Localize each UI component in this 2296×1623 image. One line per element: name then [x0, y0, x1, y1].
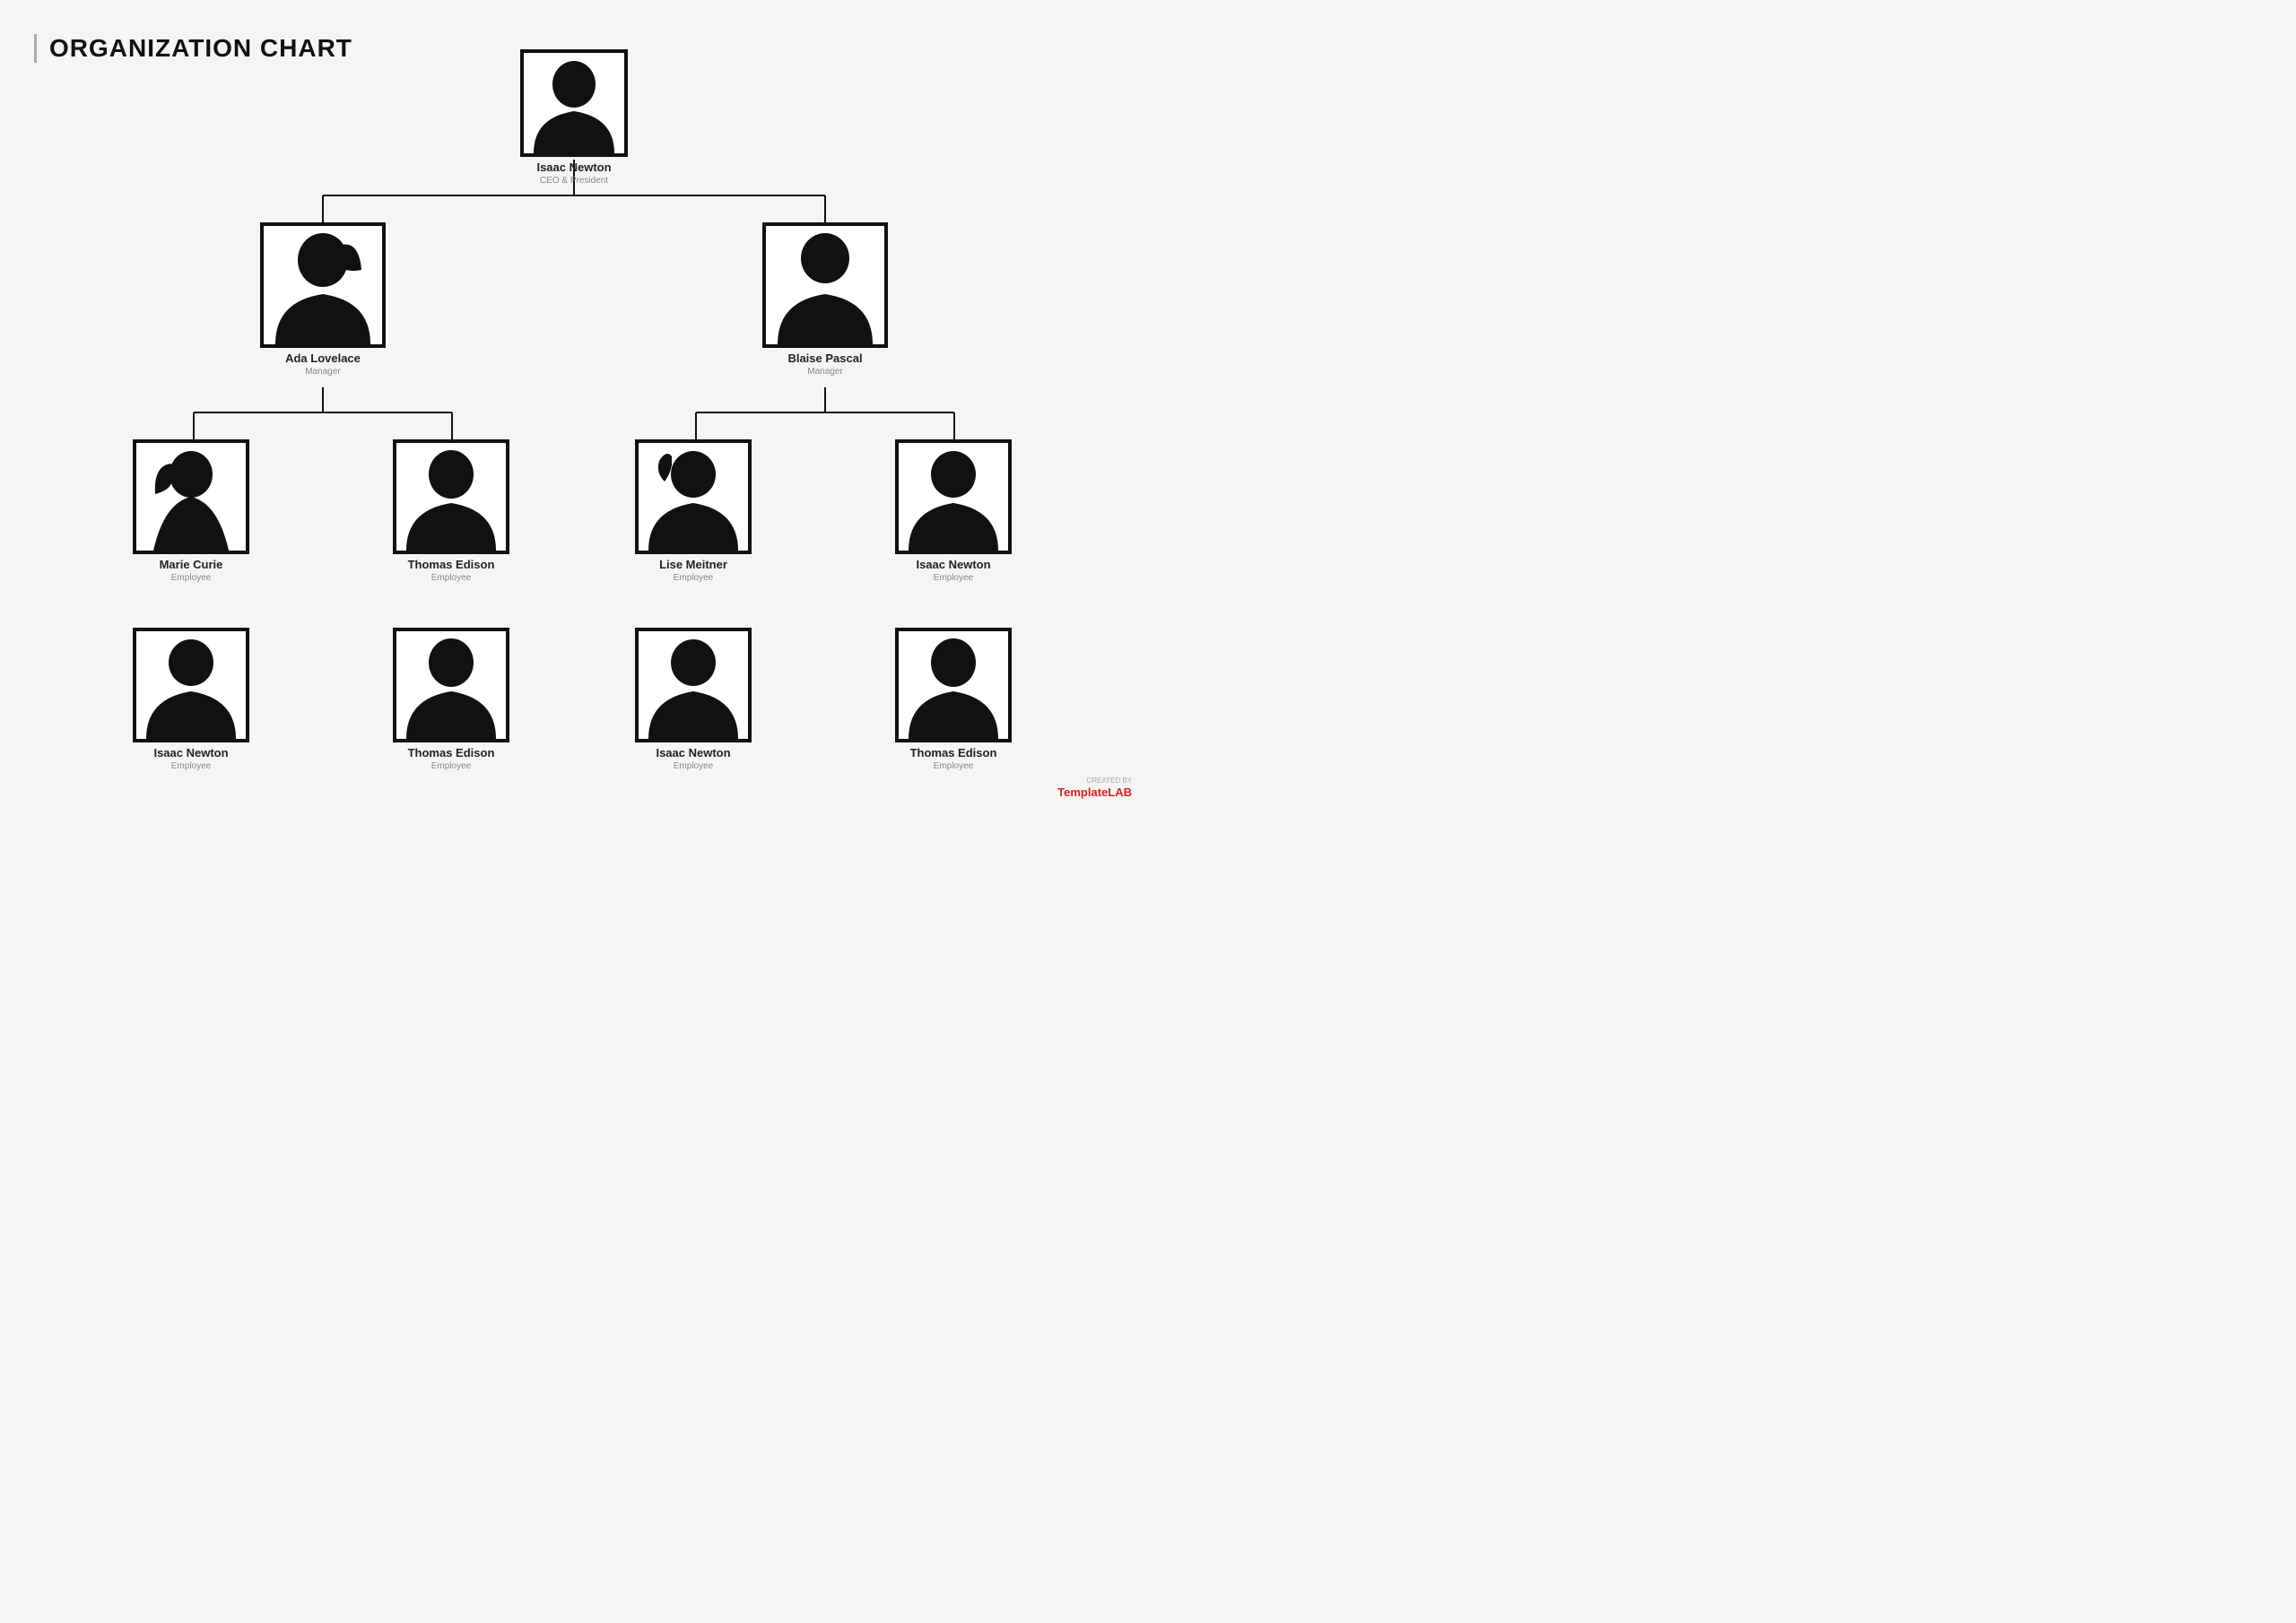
title-isaac3: Employee: [674, 761, 713, 771]
title-blaise: Manager: [807, 367, 842, 377]
title-isaac1: Employee: [934, 573, 973, 583]
name-thomas2: Thomas Edison: [408, 746, 495, 760]
name-ceo: Isaac Newton: [536, 161, 611, 175]
photo-lise: [635, 439, 752, 554]
photo-isaac2: [133, 628, 249, 742]
photo-ceo: [520, 49, 628, 157]
name-thomas1: Thomas Edison: [408, 558, 495, 572]
person-thomas3: Thomas Edison Employee: [895, 628, 1012, 771]
photo-thomas2: [393, 628, 509, 742]
person-thomas2: Thomas Edison Employee: [393, 628, 509, 771]
name-ada: Ada Lovelace: [285, 352, 361, 366]
brand-watermark: CREATED BY TemplateLAB: [1057, 777, 1132, 801]
brand-name: TemplateLAB: [1057, 785, 1132, 799]
name-isaac1: Isaac Newton: [916, 558, 990, 572]
photo-isaac1: [895, 439, 1012, 554]
person-marie: Marie Curie Employee: [133, 439, 249, 583]
person-thomas1: Thomas Edison Employee: [393, 439, 509, 583]
photo-blaise: [762, 222, 888, 348]
name-isaac2: Isaac Newton: [153, 746, 228, 760]
name-marie: Marie Curie: [160, 558, 223, 572]
photo-thomas3: [895, 628, 1012, 742]
person-ada: Ada Lovelace Manager: [260, 222, 386, 377]
person-blaise: Blaise Pascal Manager: [762, 222, 888, 377]
photo-marie: [133, 439, 249, 554]
brand-lab: LAB: [1108, 785, 1132, 799]
title-thomas3: Employee: [934, 761, 973, 771]
name-blaise: Blaise Pascal: [787, 352, 862, 366]
brand-template: Template: [1057, 785, 1108, 799]
title-ada: Manager: [305, 367, 340, 377]
title-marie: Employee: [171, 573, 211, 583]
photo-thomas1: [393, 439, 509, 554]
title-thomas1: Employee: [431, 573, 471, 583]
name-isaac3: Isaac Newton: [656, 746, 730, 760]
name-thomas3: Thomas Edison: [910, 746, 997, 760]
person-isaac1: Isaac Newton Employee: [895, 439, 1012, 583]
person-isaac3: Isaac Newton Employee: [635, 628, 752, 771]
person-isaac2: Isaac Newton Employee: [133, 628, 249, 771]
title-isaac2: Employee: [171, 761, 211, 771]
person-lise: Lise Meitner Employee: [635, 439, 752, 583]
title-lise: Employee: [674, 573, 713, 583]
brand-created-text: CREATED BY: [1057, 777, 1132, 785]
page-title: ORGANIZATION CHART: [34, 34, 352, 63]
title-thomas2: Employee: [431, 761, 471, 771]
photo-isaac3: [635, 628, 752, 742]
photo-ada: [260, 222, 386, 348]
person-ceo: Isaac Newton CEO & President: [520, 49, 628, 186]
title-ceo: CEO & President: [540, 176, 608, 186]
name-lise: Lise Meitner: [659, 558, 727, 572]
